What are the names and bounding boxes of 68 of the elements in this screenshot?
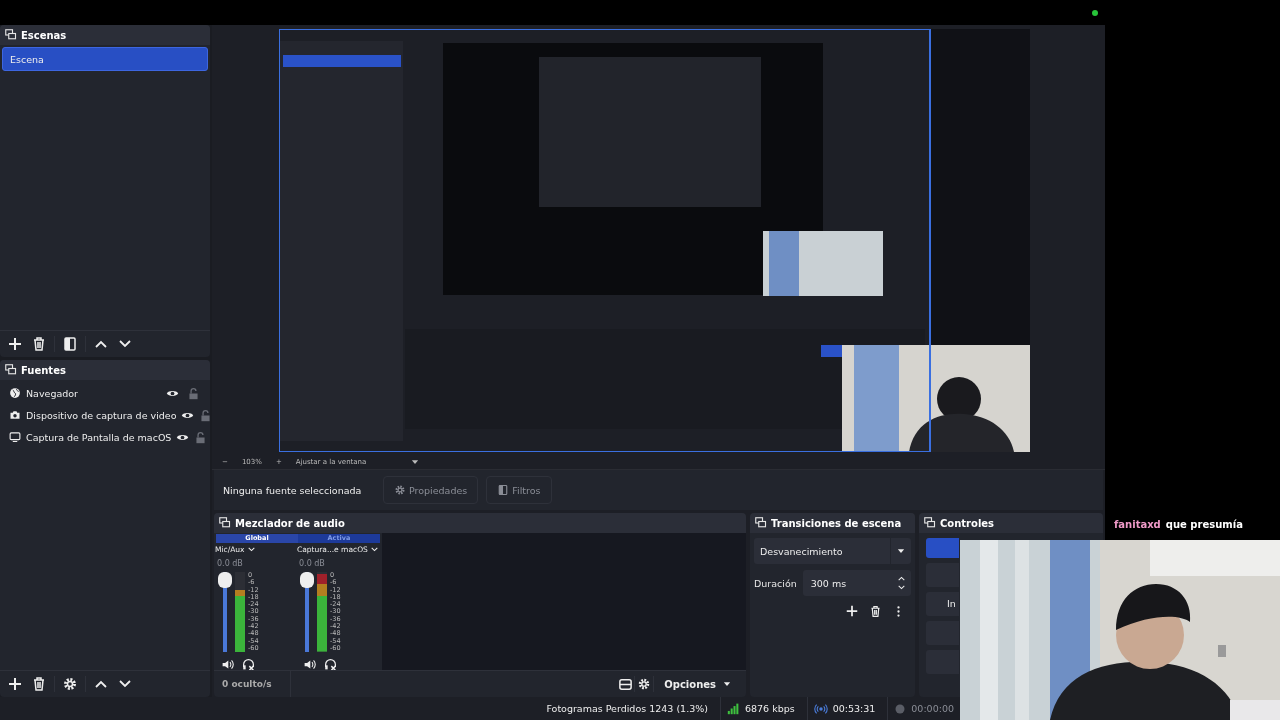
speaker-icon <box>303 658 316 671</box>
filter-icon <box>497 484 510 496</box>
chevron-down-icon <box>246 545 256 554</box>
plus-icon <box>7 336 23 352</box>
gear-icon <box>394 484 406 496</box>
source-item[interactable]: Dispositivo de captura de video <box>26 409 177 421</box>
slider-thumb[interactable] <box>300 572 314 588</box>
slider-thumb[interactable] <box>218 572 232 588</box>
up-icon <box>896 574 906 583</box>
source-item[interactable]: Captura de Pantalla de macOS <box>26 431 172 443</box>
mute-button[interactable] <box>303 658 316 671</box>
dock-icon <box>5 364 17 376</box>
status-dot <box>1092 9 1098 16</box>
add-button[interactable] <box>6 675 24 693</box>
dock-icon <box>219 517 231 529</box>
headphones-off-icon <box>324 658 337 671</box>
stream-time: 00:53:31 <box>832 703 876 714</box>
padlock-icon <box>199 408 210 422</box>
padlock-icon <box>186 386 200 400</box>
dropped-frames: Fotogramas Perdidos 1243 (1.3%) <box>546 703 708 714</box>
volume-readout: 0.0 dB <box>217 559 244 570</box>
scene-item[interactable]: Escena <box>2 47 208 71</box>
gear-icon <box>62 676 78 692</box>
headphones-off-icon <box>242 658 255 671</box>
chevron-down-icon <box>369 545 379 554</box>
filter-icon <box>62 336 78 352</box>
source-item[interactable]: Navegador <box>26 387 159 399</box>
signal-icon <box>726 702 740 715</box>
monitor-button[interactable] <box>242 658 255 671</box>
record-time: 00:00:00 <box>911 703 954 714</box>
plus-icon <box>7 676 23 692</box>
chat-message: que presumía <box>1165 519 1243 530</box>
layout-icon <box>617 676 633 692</box>
duration-label: Duración <box>754 577 797 589</box>
volume-readout: 0.0 dB <box>299 559 326 570</box>
panel-title: Mezclador de audio <box>235 517 345 529</box>
speaker-icon <box>221 658 234 671</box>
chat-username: fanitaxd <box>1114 519 1161 530</box>
filter-button[interactable] <box>61 335 79 353</box>
dock-icon <box>5 29 17 41</box>
transition-dropdown[interactable]: Desvanecimiento <box>754 538 911 564</box>
padlock-icon <box>194 430 208 444</box>
panel-title: Escenas <box>21 29 67 41</box>
settings-button[interactable] <box>61 675 79 693</box>
selection-status: Ninguna fuente seleccionada <box>223 484 363 496</box>
trash-icon <box>31 336 47 352</box>
mute-button[interactable] <box>221 658 234 671</box>
down-icon <box>896 583 906 592</box>
plus-icon <box>845 604 859 618</box>
broadcast-icon <box>813 701 828 716</box>
options-button[interactable]: Opciones <box>654 678 746 690</box>
trash-icon <box>31 676 47 692</box>
bitrate: 6876 kbps <box>744 703 795 714</box>
gear-icon <box>637 677 652 691</box>
panel-title: Controles <box>940 517 995 529</box>
globe-icon <box>9 387 21 399</box>
monitor-button[interactable] <box>324 658 337 671</box>
record-icon <box>894 702 907 715</box>
panel-title: Transiciones de escena <box>771 517 902 529</box>
dock-icon <box>755 517 767 529</box>
control-button[interactable]: In <box>926 592 959 616</box>
panel-title: Fuentes <box>21 364 66 376</box>
camera-icon <box>9 409 21 421</box>
dock-icon <box>924 517 936 529</box>
add-button[interactable] <box>6 335 24 353</box>
duration-field[interactable]: 300 ms <box>802 570 911 596</box>
trash-icon <box>868 604 882 618</box>
monitor-icon <box>9 431 21 443</box>
